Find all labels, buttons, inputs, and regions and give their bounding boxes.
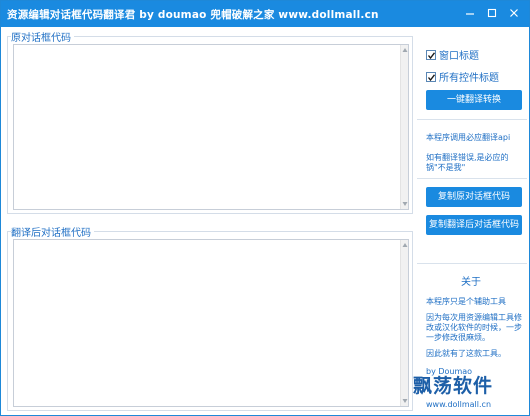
divider — [417, 263, 527, 264]
about-line-2: 因为每次用资源编辑工具修改或汉化软件的时候，一步一步修改很麻烦。 — [426, 313, 522, 342]
window-title-option-label: 窗口标题 — [439, 51, 479, 62]
copy-translated-button[interactable]: 复制翻译后对话框代码 — [426, 215, 522, 235]
about-line-1: 本程序只是个辅助工具 — [426, 297, 506, 306]
scroll-down-icon[interactable] — [402, 398, 408, 404]
all-controls-checkbox[interactable] — [426, 71, 436, 82]
about-title: 关于 — [461, 277, 481, 288]
api-note: 本程序调用必应翻译api — [426, 133, 511, 142]
title-bar: 资源编辑对话框代码翻译君 by doumao 兜帽破解之家 www.dollma… — [1, 1, 529, 27]
source-code-textarea[interactable] — [13, 44, 409, 210]
source-panel-label: 原对话框代码 — [11, 29, 74, 44]
divider — [417, 119, 527, 120]
minimize-icon — [466, 13, 474, 15]
copy-source-button[interactable]: 复制原对话框代码 — [426, 187, 522, 207]
all-controls-option-label: 所有控件标题 — [439, 73, 499, 84]
checkmark-icon — [427, 51, 436, 59]
scroll-up-icon[interactable] — [402, 242, 408, 248]
scroll-down-icon[interactable] — [402, 201, 408, 207]
checkmark-icon — [427, 73, 436, 81]
translate-button[interactable]: 一键翻译转换 — [426, 90, 522, 110]
translated-scrollbar[interactable] — [400, 240, 408, 406]
window-title-checkbox[interactable] — [426, 49, 436, 60]
close-icon — [510, 9, 518, 17]
maximize-icon — [487, 8, 497, 18]
source-scrollbar[interactable] — [400, 45, 408, 209]
translated-panel-label: 翻译后对话框代码 — [11, 224, 94, 239]
scroll-up-icon[interactable] — [402, 47, 408, 53]
close-button[interactable] — [505, 5, 523, 21]
about-line-3: 因此就有了这款工具。 — [426, 349, 506, 358]
website-link[interactable]: www.dollmall.cn — [426, 400, 491, 409]
window-title-option[interactable]: 窗口标题 — [426, 47, 479, 62]
minimize-button[interactable] — [461, 5, 479, 21]
window-title: 资源编辑对话框代码翻译君 by doumao 兜帽破解之家 www.dollma… — [7, 9, 379, 21]
app-window: 资源编辑对话框代码翻译君 by doumao 兜帽破解之家 www.dollma… — [0, 0, 530, 416]
error-note: 如有翻译错误,是必应的锅"不是我" — [426, 153, 509, 172]
maximize-button[interactable] — [483, 5, 501, 21]
watermark-logo: 飘荡软件 — [413, 375, 494, 397]
divider — [417, 178, 527, 179]
translated-code-textarea[interactable] — [13, 239, 409, 407]
all-controls-option[interactable]: 所有控件标题 — [426, 69, 499, 84]
